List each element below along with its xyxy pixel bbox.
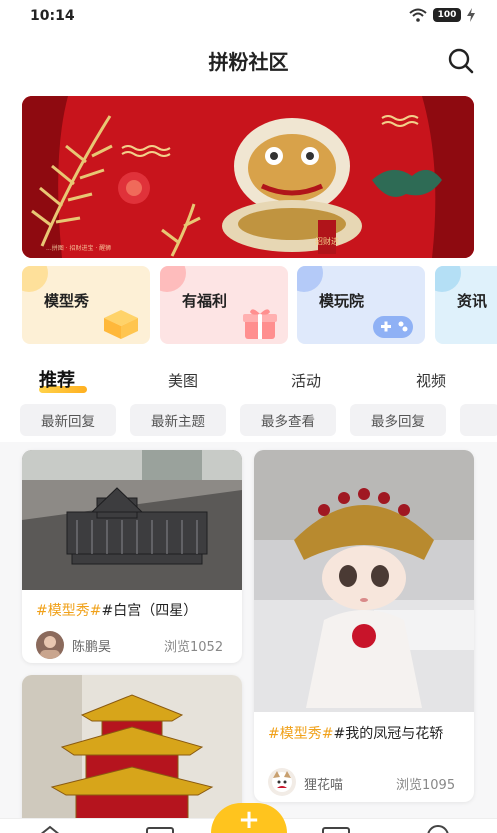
category-welfare[interactable]: 有福利 — [160, 266, 288, 344]
charging-icon — [467, 8, 475, 22]
promo-banner[interactable]: 招财进 ...拼图 · 招财进宝 · 醒狮 — [22, 96, 474, 258]
post-image — [22, 675, 242, 833]
filter-more[interactable] — [460, 404, 497, 436]
tab-events[interactable]: 活动 — [291, 370, 321, 391]
box-icon — [104, 310, 138, 339]
tab-recommend[interactable]: 推荐 — [39, 366, 75, 392]
post-tag[interactable]: #模型秀# — [36, 603, 101, 619]
category-blob — [297, 266, 323, 292]
post-author[interactable]: 陈鹏昊 — [72, 636, 111, 655]
lion-dance-banner-image: 招财进 — [22, 96, 474, 258]
page-title: 拼粉社区 — [208, 50, 289, 74]
filter-most-replies[interactable]: 最多回复 — [350, 404, 446, 436]
filter-latest-reply[interactable]: 最新回复 — [20, 404, 116, 436]
avatar[interactable] — [268, 768, 296, 796]
post-title: #模型秀##我的凤冠与花轿 — [268, 724, 464, 744]
message-nav-icon[interactable] — [322, 827, 350, 833]
sort-filters: 最新回复 最新主题 最多查看 最多回复 — [0, 402, 497, 442]
post-title-text: #白宫（四星） — [101, 603, 198, 619]
gamepad-icon — [373, 316, 413, 338]
category-blob — [160, 266, 186, 292]
tab-pictures[interactable]: 美图 — [168, 370, 198, 391]
status-bar: 10:14 100 — [0, 0, 497, 34]
content-tabs: 推荐 美图 活动 视频 — [0, 360, 497, 402]
profile-nav-icon[interactable] — [425, 823, 451, 833]
app-header: 拼粉社区 — [0, 34, 497, 88]
post-title: #模型秀##白宫（四星） — [36, 601, 236, 621]
category-blob — [22, 266, 48, 292]
tab-videos[interactable]: 视频 — [416, 370, 446, 391]
post-card-pavilion[interactable] — [22, 675, 242, 833]
post-views: 浏览1052 — [164, 640, 224, 655]
category-strip: 模型秀 有福利 模玩院 资讯 — [22, 266, 497, 346]
wifi-icon — [409, 8, 427, 22]
post-card-white-house[interactable]: #模型秀##白宫（四星） 陈鹏昊 浏览1052 — [22, 450, 242, 663]
status-time: 10:14 — [30, 8, 75, 24]
post-card-phoenix-crown[interactable]: #模型秀##我的凤冠与花轿 狸花喵 浏览1095 — [254, 450, 474, 802]
category-label: 模玩院 — [319, 292, 365, 310]
category-label: 资讯 — [457, 292, 488, 310]
filter-most-viewed[interactable]: 最多查看 — [240, 404, 336, 436]
category-label: 有福利 — [182, 292, 228, 310]
category-model-show[interactable]: 模型秀 — [22, 266, 150, 344]
post-image — [254, 450, 474, 712]
banner-caption: ...拼图 · 招财进宝 · 醒狮 — [46, 245, 112, 252]
post-views: 浏览1095 — [396, 778, 456, 793]
home-icon[interactable] — [38, 825, 62, 833]
svg-text:招财进: 招财进 — [315, 236, 339, 246]
create-post-button[interactable]: + — [211, 803, 287, 833]
post-title-text: #我的凤冠与花轿 — [333, 726, 444, 742]
gift-icon — [243, 309, 277, 339]
filter-latest-topic[interactable]: 最新主题 — [130, 404, 226, 436]
category-blob — [435, 266, 461, 292]
search-icon[interactable] — [447, 47, 475, 75]
category-nav-icon[interactable] — [146, 827, 174, 833]
plus-icon: + — [238, 805, 260, 833]
status-icons: 100 — [409, 8, 475, 22]
category-news[interactable]: 资讯 — [435, 266, 497, 344]
category-toy-academy[interactable]: 模玩院 — [297, 266, 425, 344]
post-tag[interactable]: #模型秀# — [268, 726, 333, 742]
category-label: 模型秀 — [44, 292, 90, 310]
avatar[interactable] — [36, 631, 64, 659]
post-author[interactable]: 狸花喵 — [304, 774, 343, 793]
battery-icon: 100 — [433, 8, 461, 22]
post-image — [22, 450, 242, 590]
top-area: 招财进 ...拼图 · 招财进宝 · 醒狮 模型秀 有福利 模玩院 资讯 — [0, 88, 497, 360]
